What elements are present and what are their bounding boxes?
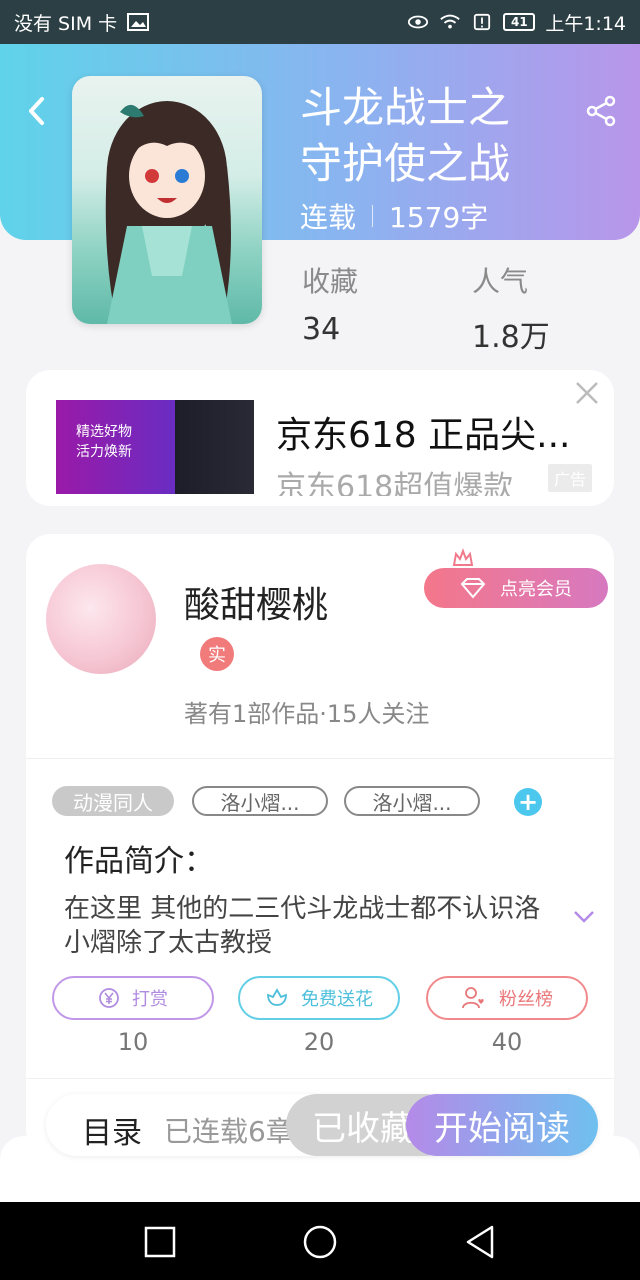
yen-icon (99, 988, 119, 1008)
ad-card[interactable]: 精选好物 活力焕新 京东618 正品尖... 京东618超值爆款 广告 (26, 370, 614, 506)
avatar[interactable] (46, 564, 156, 674)
recent-apps-icon[interactable] (140, 1222, 180, 1262)
vip-button-label: 点亮会员 (500, 579, 572, 600)
ad-title: 京东618 正品尖... (276, 415, 571, 456)
book-title: 斗龙战士之 守护使之战 (300, 80, 600, 192)
alert-icon (474, 13, 491, 31)
status-bar: 没有 SIM 卡 41 上午1:14 (0, 0, 640, 44)
author-name[interactable]: 酸甜樱桃 (184, 576, 328, 628)
tag-category[interactable]: 动漫同人 (52, 786, 174, 816)
meta-divider (372, 205, 374, 227)
word-count: 1579字 (389, 201, 489, 234)
book-cover-image[interactable] (72, 76, 262, 324)
send-flower-button[interactable]: 免费送花 (238, 976, 400, 1020)
tag-character-2[interactable]: 洛小熠... (344, 786, 480, 816)
intro-text: 在这里 其他的二三代斗龙战士都不认识洛小熠除了太古教授 (64, 894, 541, 958)
vip-button[interactable]: 点亮会员 (424, 568, 608, 608)
serial-status: 连载 (300, 201, 357, 234)
flower-icon (267, 988, 287, 1006)
flower-label: 免费送花 (301, 989, 373, 1010)
catalog-label[interactable]: 目录 (82, 1108, 142, 1152)
reward-count: 10 (117, 1028, 149, 1056)
user-heart-icon (462, 987, 484, 1009)
battery-icon: 41 (503, 13, 536, 31)
divider (26, 1078, 614, 1079)
image-notification-icon (127, 13, 150, 31)
start-reading-button[interactable]: 开始阅读 (406, 1094, 598, 1156)
chapter-status: 已连载6章 (164, 1115, 294, 1148)
flower-count: 20 (303, 1028, 335, 1056)
close-icon[interactable] (574, 380, 600, 406)
favorites-label: 收藏 (302, 265, 359, 298)
popularity-count: 1.8万 (472, 320, 550, 355)
fans-count: 40 (491, 1028, 523, 1056)
crown-icon (452, 548, 474, 566)
popularity-label: 人气 (472, 265, 529, 298)
reward-label: 打赏 (132, 989, 168, 1010)
fans-label: 粉丝榜 (499, 989, 553, 1010)
ad-image-text-2: 活力焕新 (76, 444, 132, 460)
divider (26, 758, 614, 759)
back-icon[interactable] (22, 94, 52, 128)
reward-button[interactable]: 打赏 (52, 976, 214, 1020)
back-nav-icon[interactable] (460, 1222, 500, 1262)
wifi-icon (440, 14, 461, 29)
eye-icon (408, 15, 429, 29)
start-reading-label: 开始阅读 (434, 1108, 570, 1149)
diamond-icon (460, 578, 486, 599)
favorites-count: 34 (302, 312, 341, 347)
cover-illustration (105, 101, 232, 324)
chevron-down-icon[interactable] (572, 906, 596, 926)
author-meta: 著有1部作品·15人关注 (184, 700, 430, 728)
book-title-line2: 守护使之战 (300, 139, 511, 188)
intro-heading: 作品简介： (64, 844, 214, 879)
verified-badge: 实 (200, 637, 234, 671)
book-title-line1: 斗龙战士之 (300, 83, 511, 132)
home-icon[interactable] (300, 1222, 340, 1262)
author-card: 酸甜樱桃 实 著有1部作品·15人关注 点亮会员 动漫同人 洛小熠... 洛小熠… (26, 534, 614, 1154)
carrier-text: 没有 SIM 卡 (14, 12, 118, 35)
fans-ranking-button[interactable]: 粉丝榜 (426, 976, 588, 1020)
ad-image: 精选好物 活力焕新 (56, 400, 254, 494)
collected-label: 已收藏 (312, 1108, 414, 1149)
ad-label-badge: 广告 (547, 464, 592, 492)
clock: 上午1:14 (545, 12, 626, 35)
tag-character-1[interactable]: 洛小熠... (192, 786, 328, 816)
ad-image-text-1: 精选好物 (76, 424, 132, 440)
add-tag-button[interactable]: + (514, 788, 542, 816)
system-nav-bar (0, 1202, 640, 1280)
book-meta: 连载 1579字 (300, 196, 488, 236)
